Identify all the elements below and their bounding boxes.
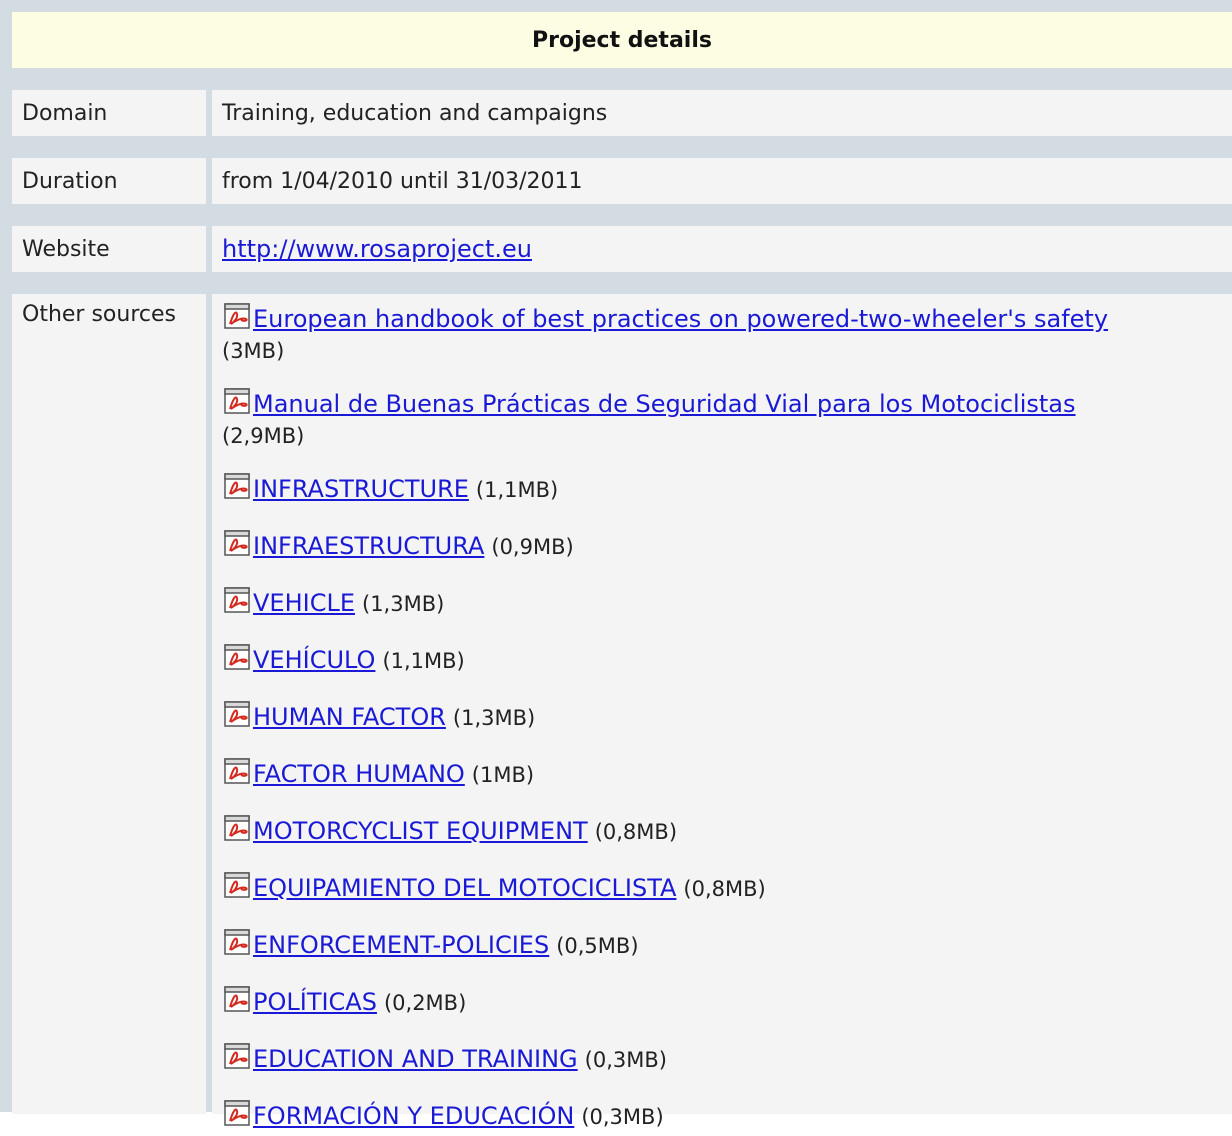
source-link[interactable]: FACTOR HUMANO bbox=[253, 760, 465, 788]
project-details-table: Project details Domain Training, educati… bbox=[0, 0, 1232, 1130]
list-item: FORMACIÓN Y EDUCACIÓN (0,3MB) bbox=[222, 1099, 1232, 1133]
website-link[interactable]: http://www.rosaproject.eu bbox=[222, 235, 532, 263]
list-item: VEHÍCULO (1,1MB) bbox=[222, 643, 1232, 677]
file-size: (1,3MB) bbox=[362, 592, 445, 616]
source-link[interactable]: ENFORCEMENT-POLICIES bbox=[253, 931, 549, 959]
file-size: (1,1MB) bbox=[475, 478, 559, 502]
other-sources-row: Other sources European handbook of best … bbox=[12, 294, 1232, 1130]
source-link[interactable]: FORMACIÓN Y EDUCACIÓN bbox=[253, 1102, 574, 1130]
file-size: (1,1MB) bbox=[382, 649, 465, 673]
pdf-icon[interactable] bbox=[222, 757, 252, 785]
source-link[interactable]: EQUIPAMIENTO DEL MOTOCICLISTA bbox=[253, 874, 676, 902]
domain-row: Domain Training, education and campaigns bbox=[12, 90, 1232, 136]
pdf-icon[interactable] bbox=[222, 387, 252, 415]
source-link[interactable]: MOTORCYCLIST EQUIPMENT bbox=[253, 817, 588, 845]
website-cell: http://www.rosaproject.eu bbox=[212, 226, 1232, 272]
website-label: Website bbox=[12, 226, 206, 272]
source-link[interactable]: HUMAN FACTOR bbox=[253, 703, 446, 731]
file-size: (1,3MB) bbox=[452, 706, 536, 730]
list-item: VEHICLE (1,3MB) bbox=[222, 586, 1232, 620]
sources-list: European handbook of best practices on p… bbox=[212, 294, 1232, 1130]
list-item: POLÍTICAS (0,2MB) bbox=[222, 985, 1232, 1019]
pdf-icon[interactable] bbox=[222, 1099, 252, 1127]
source-link[interactable]: INFRAESTRUCTURA bbox=[253, 532, 484, 560]
file-size: (2,9MB) bbox=[222, 424, 305, 448]
pdf-icon[interactable] bbox=[222, 871, 252, 899]
source-link[interactable]: POLÍTICAS bbox=[253, 988, 377, 1016]
list-item: EDUCATION AND TRAINING (0,3MB) bbox=[222, 1042, 1232, 1076]
file-size: (0,3MB) bbox=[581, 1105, 664, 1129]
source-link[interactable]: VEHÍCULO bbox=[253, 646, 375, 674]
table-header: Project details bbox=[12, 12, 1232, 68]
file-size: (0,8MB) bbox=[594, 820, 678, 844]
list-item: ENFORCEMENT-POLICIES (0,5MB) bbox=[222, 928, 1232, 962]
file-size: (0,5MB) bbox=[556, 934, 639, 958]
file-size: (1MB) bbox=[471, 763, 535, 787]
domain-label: Domain bbox=[12, 90, 206, 136]
source-link[interactable]: Manual de Buenas Prácticas de Seguridad … bbox=[253, 390, 1076, 418]
pdf-icon[interactable] bbox=[222, 472, 252, 500]
duration-row: Duration from 1/04/2010 until 31/03/2011 bbox=[12, 158, 1232, 204]
website-row: Website http://www.rosaproject.eu bbox=[12, 226, 1232, 272]
source-link[interactable]: EDUCATION AND TRAINING bbox=[253, 1045, 578, 1073]
pdf-icon[interactable] bbox=[222, 928, 252, 956]
pdf-icon[interactable] bbox=[222, 814, 252, 842]
file-size: (0,8MB) bbox=[683, 877, 766, 901]
pdf-icon[interactable] bbox=[222, 985, 252, 1013]
pdf-icon[interactable] bbox=[222, 643, 252, 671]
page-title: Project details bbox=[532, 27, 712, 53]
duration-value: from 1/04/2010 until 31/03/2011 bbox=[212, 158, 1232, 204]
source-link[interactable]: VEHICLE bbox=[253, 589, 355, 617]
list-item: INFRAESTRUCTURA (0,9MB) bbox=[222, 529, 1232, 563]
list-item: Manual de Buenas Prácticas de Seguridad … bbox=[222, 387, 1232, 452]
list-item: HUMAN FACTOR (1,3MB) bbox=[222, 700, 1232, 734]
pdf-icon[interactable] bbox=[222, 1042, 252, 1070]
file-size: (0,9MB) bbox=[491, 535, 574, 559]
list-item: INFRASTRUCTURE (1,1MB) bbox=[222, 472, 1232, 506]
file-size: (3MB) bbox=[222, 339, 285, 363]
file-size: (0,2MB) bbox=[383, 991, 467, 1015]
pdf-icon[interactable] bbox=[222, 700, 252, 728]
pdf-icon[interactable] bbox=[222, 302, 252, 330]
list-item: EQUIPAMIENTO DEL MOTOCICLISTA (0,8MB) bbox=[222, 871, 1232, 905]
list-item: FACTOR HUMANO (1MB) bbox=[222, 757, 1232, 791]
list-item: European handbook of best practices on p… bbox=[222, 302, 1232, 367]
source-link[interactable]: European handbook of best practices on p… bbox=[253, 305, 1108, 333]
pdf-icon[interactable] bbox=[222, 586, 252, 614]
file-size: (0,3MB) bbox=[584, 1048, 667, 1072]
domain-value: Training, education and campaigns bbox=[212, 90, 1232, 136]
pdf-icon[interactable] bbox=[222, 529, 252, 557]
list-item: MOTORCYCLIST EQUIPMENT (0,8MB) bbox=[222, 814, 1232, 848]
source-link[interactable]: INFRASTRUCTURE bbox=[253, 475, 469, 503]
duration-label: Duration bbox=[12, 158, 206, 204]
other-sources-label: Other sources bbox=[12, 294, 206, 1114]
